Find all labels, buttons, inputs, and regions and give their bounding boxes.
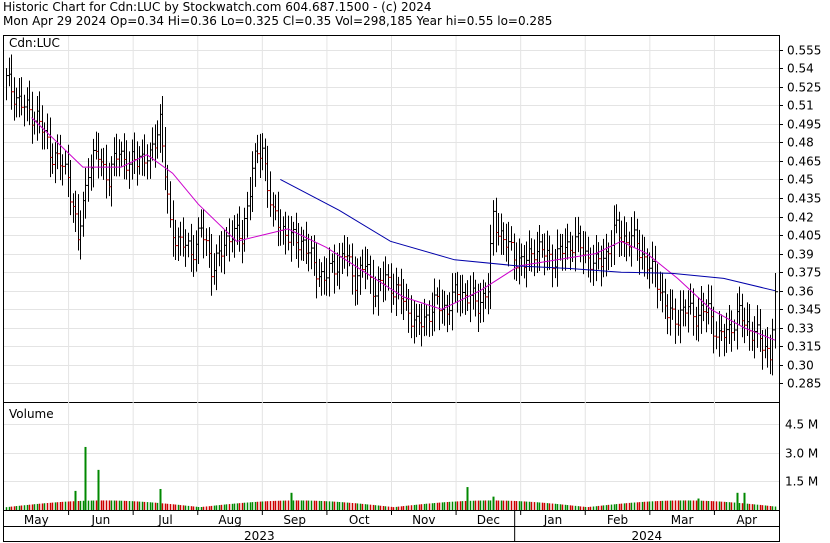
month-label: Mar [671, 513, 694, 527]
month-label: Jan [543, 513, 563, 527]
month-label: May [24, 513, 49, 527]
month-label: Nov [412, 513, 435, 527]
volume-tick-label: 4.5 M [785, 418, 818, 432]
year-axis-frame [3, 526, 780, 542]
price-tick-label: 0.33 [787, 322, 814, 336]
price-tick-label: 0.285 [787, 377, 821, 391]
price-tick-label: 0.555 [787, 44, 821, 58]
price-panel-label: Cdn:LUC [9, 36, 60, 50]
year-label: 2024 [632, 529, 663, 543]
price-tick-label: 0.30 [787, 359, 814, 373]
month-label: Aug [218, 513, 241, 527]
price-tick-label: 0.36 [787, 285, 814, 299]
price-tick-label: 0.375 [787, 266, 821, 280]
price-tick-label: 0.525 [787, 81, 821, 95]
price-tick-label: 0.54 [787, 62, 814, 76]
month-label: Jul [157, 513, 172, 527]
price-tick-label: 0.495 [787, 118, 821, 132]
stock-chart: Cdn:LUC Volume 0.285 0.30 0.315 0.33 0.345 0.… [3, 35, 821, 543]
price-tick-label: 0.45 [787, 173, 814, 187]
volume-tick-label: 3.0 M [785, 447, 818, 461]
price-tick-label: 0.51 [787, 99, 814, 113]
month-label: Sep [283, 513, 306, 527]
month-label: Apr [736, 513, 757, 527]
price-tick-label: 0.345 [787, 303, 821, 317]
price-tick-label: 0.39 [787, 248, 814, 262]
month-label: Jun [91, 513, 111, 527]
price-tick-label: 0.405 [787, 229, 821, 243]
price-tick-label: 0.42 [787, 211, 814, 225]
volume-tick-label: 1.5 M [785, 475, 818, 489]
price-tick-label: 0.465 [787, 155, 821, 169]
volume-panel-label: Volume [9, 407, 54, 421]
year-label: 2023 [244, 529, 275, 543]
price-tick-label: 0.435 [787, 192, 821, 206]
month-label: Oct [349, 513, 370, 527]
month-label: Feb [607, 513, 628, 527]
month-label: Dec [477, 513, 500, 527]
price-tick-label: 0.315 [787, 340, 821, 354]
price-tick-label: 0.48 [787, 136, 814, 150]
